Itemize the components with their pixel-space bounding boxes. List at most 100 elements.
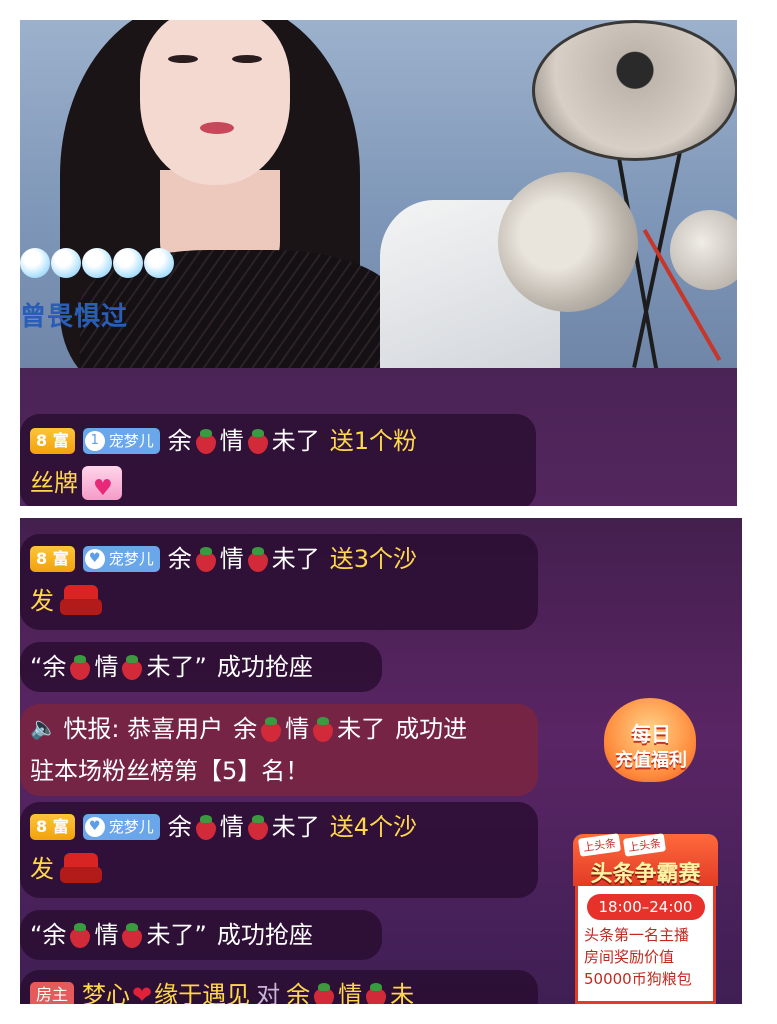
strawberry-icon xyxy=(311,716,335,742)
seat-user-part: 情 xyxy=(94,653,119,681)
strawberry-icon xyxy=(194,428,218,454)
user-name-part[interactable]: 未了 xyxy=(337,708,385,750)
user-name-part[interactable]: 余 xyxy=(168,806,192,848)
fan-club-badge: ♥ 宠梦儿 xyxy=(82,814,160,840)
contest-tag: 上头条 xyxy=(622,833,667,857)
heart-icon: ❤ xyxy=(132,981,153,1004)
lips xyxy=(200,122,234,134)
contest-tag: 上头条 xyxy=(577,833,622,857)
bubble-dot-icon xyxy=(144,248,174,278)
promo-line2: 充值福利 xyxy=(615,750,687,771)
contest-desc-line: 头条第一名主播 xyxy=(584,926,690,944)
host-name-part[interactable]: 梦心 xyxy=(82,974,130,1004)
strawberry-icon xyxy=(312,982,336,1004)
chat-message-seat[interactable]: “余情未了” 成功抢座 xyxy=(20,910,382,960)
promo-line1: 每日 xyxy=(631,722,671,746)
strawberry-icon xyxy=(259,716,283,742)
bubble-dot-icon xyxy=(82,248,112,278)
strawberry-icon xyxy=(194,814,218,840)
daily-recharge-promo[interactable]: 每日 充值福利 xyxy=(596,696,706,786)
contest-body: 18:00–24:00 头条第一名主播 房间奖励价值 50000币狗粮包 xyxy=(575,886,716,1004)
fan-club-badge: 1 宠梦儿 xyxy=(82,428,160,454)
seat-user-part: 情 xyxy=(94,921,119,949)
video-overlay-caption: 曾畏惧过 xyxy=(20,302,129,332)
heart-icon: ♥ xyxy=(84,817,105,837)
user-name-part[interactable]: 未了 xyxy=(272,806,320,848)
target-name-part[interactable]: 未 xyxy=(390,974,414,1004)
rich-level-badge: 8 富 xyxy=(30,428,75,454)
bubble-dot-icon xyxy=(113,248,143,278)
bubble-dot-icon xyxy=(51,248,81,278)
user-name-part[interactable]: 情 xyxy=(220,806,244,848)
strawberry-icon xyxy=(194,546,218,572)
alert-line-two: 驻本场粉丝榜第【5】名！ xyxy=(30,757,310,785)
seat-success-text: 成功抢座 xyxy=(216,921,313,949)
user-name-part[interactable]: 情 xyxy=(220,538,244,580)
right-eye xyxy=(232,55,262,63)
rich-level-badge: 8 富 xyxy=(30,546,75,572)
heart-icon: ♥ xyxy=(84,549,105,569)
strawberry-icon xyxy=(246,814,270,840)
bottom-screenshot-panel: 8 富 ♥ 宠梦儿 余情未了 送3个沙 发 “余情未了” 成功抢座 🔈 快报: 恭… xyxy=(20,518,742,1004)
fan-badge-gift-icon xyxy=(82,466,122,506)
strawberry-icon xyxy=(364,982,388,1004)
chat-message-host[interactable]: 房主 梦心 ❤ 缘于遇见 对 余情未 xyxy=(20,970,538,1004)
chat-message-seat[interactable]: “余情未了” 成功抢座 xyxy=(20,642,382,692)
alert-label: 快报: 恭喜用户 xyxy=(63,715,224,743)
target-name-part[interactable]: 余 xyxy=(286,974,310,1004)
contest-title: 头条争霸赛 xyxy=(590,862,701,887)
target-name-part[interactable]: 情 xyxy=(338,974,362,1004)
bubble-dot-icon xyxy=(20,248,50,278)
chat-message-gift[interactable]: 8 富 ♥ 宠梦儿 余情未了 送4个沙 发 xyxy=(20,802,538,898)
strawberry-icon xyxy=(68,654,92,680)
fan-club-name: 宠梦儿 xyxy=(108,432,154,450)
seat-user-part: 未了” xyxy=(146,921,207,949)
strawberry-icon xyxy=(246,546,270,572)
sofa-gift-icon xyxy=(60,583,102,619)
user-name-part[interactable]: 余 xyxy=(233,708,257,750)
sofa-gift-icon xyxy=(60,851,102,887)
gift-action-text-cont: 发 xyxy=(30,855,54,883)
microphone-shield-icon xyxy=(670,210,737,290)
contest-time: 18:00–24:00 xyxy=(586,894,705,920)
contest-tags: 上头条 上头条 xyxy=(577,833,667,857)
seat-user-part: 未了” xyxy=(146,653,207,681)
user-name-part[interactable]: 余 xyxy=(168,420,192,462)
contest-desc-line: 房间奖励价值 xyxy=(584,948,675,966)
headline-contest-promo[interactable]: 上头条 上头条 头条争霸赛 18:00–24:00 头条第一名主播 房间奖励价值… xyxy=(573,833,718,1004)
top-screenshot-panel: 曾畏惧过 8 富 1 宠梦儿 余情未了 送1个粉 丝牌 xyxy=(20,20,737,506)
chat-message-gift[interactable]: 8 富 1 宠梦儿 余情未了 送1个粉 丝牌 xyxy=(20,414,536,506)
strawberry-icon xyxy=(120,922,144,948)
gift-action-text-cont: 丝牌 xyxy=(30,469,78,497)
live-video-stream[interactable]: 曾畏惧过 xyxy=(20,20,737,368)
rich-level-badge: 8 富 xyxy=(30,814,75,840)
fan-rank-alert[interactable]: 🔈 快报: 恭喜用户 余情未了 成功进 驻本场粉丝榜第【5】名！ xyxy=(20,704,538,796)
left-eye xyxy=(168,55,198,63)
strawberry-icon xyxy=(68,922,92,948)
seat-success-text: 成功抢座 xyxy=(216,653,313,681)
strawberry-icon xyxy=(120,654,144,680)
streamer-face xyxy=(140,20,290,185)
to-text: 对 xyxy=(256,981,281,1004)
host-name-part[interactable]: 缘于遇见 xyxy=(154,974,250,1004)
gift-action-text: 送1个粉 xyxy=(329,427,418,455)
speaker-icon: 🔈 xyxy=(30,716,58,741)
gift-action-text: 送3个沙 xyxy=(329,545,418,573)
heart-icon: 1 xyxy=(84,431,105,451)
user-name-part[interactable]: 余 xyxy=(168,538,192,580)
studio-light-icon xyxy=(532,20,737,161)
chat-area-top[interactable]: 8 富 1 宠梦儿 余情未了 送1个粉 丝牌 xyxy=(20,368,737,506)
seat-user-part: “余 xyxy=(30,921,67,949)
fan-club-badge: ♥ 宠梦儿 xyxy=(82,546,160,572)
user-name-part[interactable]: 未了 xyxy=(272,420,320,462)
user-name-part[interactable]: 未了 xyxy=(272,538,320,580)
user-name-part[interactable]: 情 xyxy=(220,420,244,462)
seat-user-part: “余 xyxy=(30,653,67,681)
gift-action-text: 送4个沙 xyxy=(329,813,418,841)
user-name-part[interactable]: 情 xyxy=(285,708,309,750)
chat-message-gift[interactable]: 8 富 ♥ 宠梦儿 余情未了 送3个沙 发 xyxy=(20,534,538,630)
fan-club-name: 宠梦儿 xyxy=(108,818,154,836)
strawberry-icon xyxy=(246,428,270,454)
alert-suffix: 成功进 xyxy=(395,715,468,743)
gift-action-text-cont: 发 xyxy=(30,587,54,615)
